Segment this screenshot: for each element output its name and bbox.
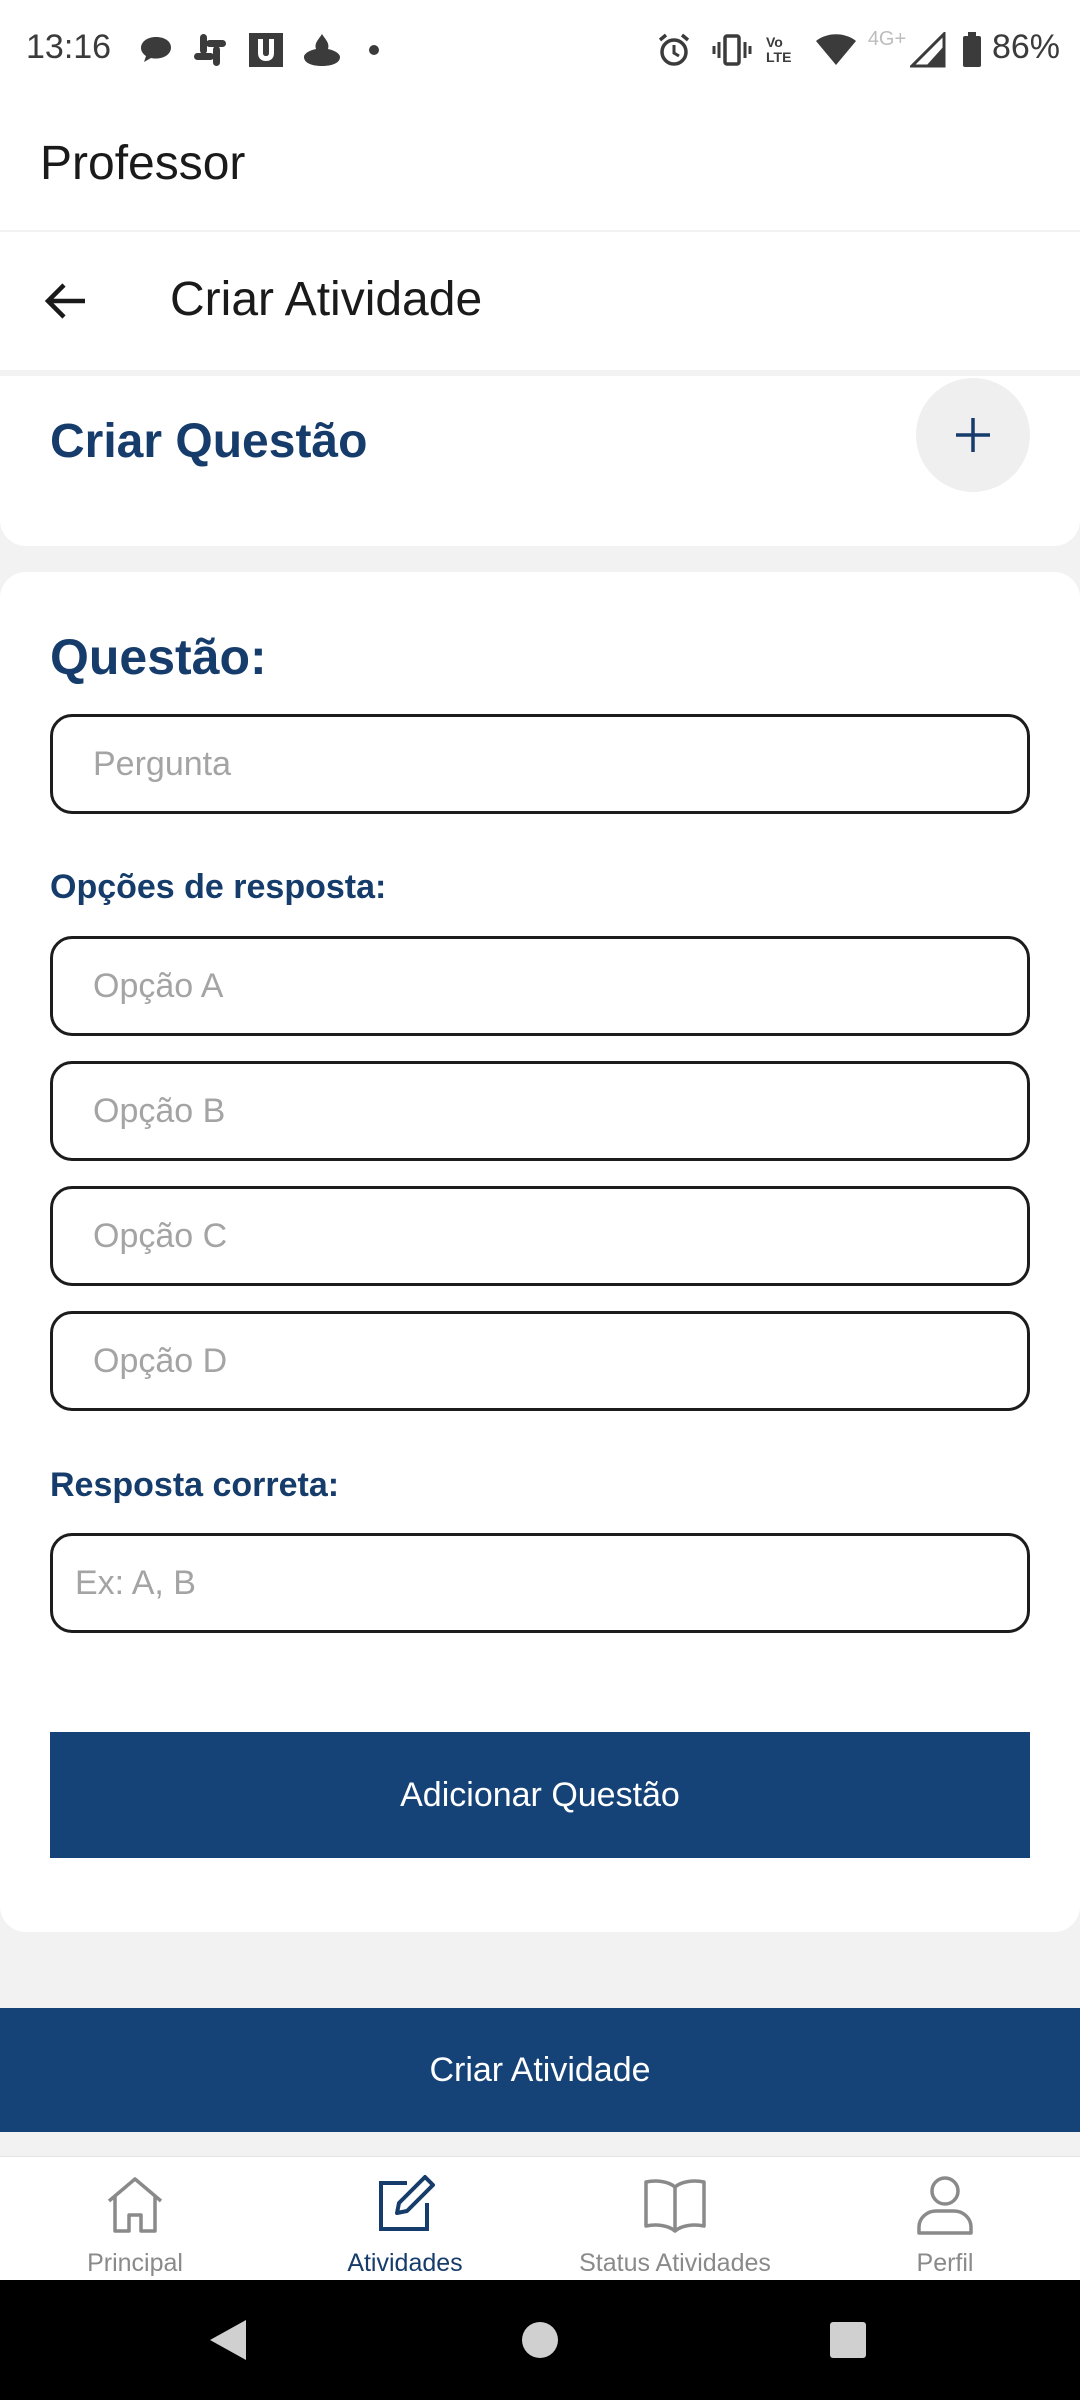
option-c-input[interactable] bbox=[53, 1189, 1027, 1283]
signal-icon bbox=[908, 28, 948, 72]
system-back-button[interactable] bbox=[198, 2310, 258, 2370]
back-button[interactable] bbox=[30, 266, 100, 336]
network-type: 4G+ bbox=[867, 28, 907, 50]
nav-label-perfil: Perfil bbox=[916, 2249, 974, 2277]
nav-label-principal: Principal bbox=[87, 2249, 183, 2277]
santander-icon bbox=[300, 28, 344, 72]
system-recents-button[interactable] bbox=[818, 2310, 878, 2370]
bottom-nav: Principal Atividades Status Atividades P… bbox=[0, 2156, 1080, 2280]
nav-item-perfil[interactable]: Perfil bbox=[810, 2157, 1080, 2281]
create-question-title: Criar Questão bbox=[50, 415, 368, 468]
book-icon bbox=[644, 2179, 706, 2233]
slack-icon bbox=[190, 28, 230, 72]
chat-bubble-icon bbox=[136, 28, 176, 72]
question-input[interactable] bbox=[53, 717, 1027, 811]
question-form-card: Questão: Opções de resposta: Resposta co… bbox=[0, 572, 1080, 1932]
app-title: Professor bbox=[40, 137, 246, 190]
create-question-card: Criar Questão bbox=[0, 376, 1080, 546]
u-app-icon bbox=[246, 28, 286, 72]
nav-label-status-atividades: Status Atividades bbox=[579, 2249, 771, 2277]
status-time: 13:16 bbox=[26, 28, 112, 66]
volte-icon: Vo LTE bbox=[766, 34, 792, 65]
question-label: Questão: bbox=[50, 629, 267, 685]
option-d-input[interactable] bbox=[53, 1314, 1027, 1408]
correct-answer-input[interactable] bbox=[53, 1536, 1027, 1630]
option-a-field[interactable] bbox=[50, 936, 1030, 1036]
nav-item-principal[interactable]: Principal bbox=[0, 2157, 270, 2281]
option-a-input[interactable] bbox=[53, 939, 1027, 1033]
page-title: Criar Atividade bbox=[170, 273, 483, 326]
correct-answer-field[interactable] bbox=[50, 1533, 1030, 1633]
options-label: Opções de resposta: bbox=[50, 868, 387, 906]
square-recents-icon bbox=[830, 2322, 866, 2358]
app-header: Professor bbox=[0, 100, 1080, 230]
option-c-field[interactable] bbox=[50, 1186, 1030, 1286]
battery-icon bbox=[960, 28, 984, 72]
vibrate-icon bbox=[710, 28, 754, 72]
home-icon bbox=[107, 2177, 163, 2233]
nav-label-atividades: Atividades bbox=[347, 2249, 463, 2277]
arrow-left-icon bbox=[44, 283, 85, 319]
system-nav-bar bbox=[0, 2280, 1080, 2400]
option-b-field[interactable] bbox=[50, 1061, 1030, 1161]
option-b-input[interactable] bbox=[53, 1064, 1027, 1158]
edit-icon bbox=[379, 2175, 435, 2231]
alarm-icon bbox=[654, 28, 694, 72]
nav-item-atividades[interactable]: Atividades bbox=[270, 2157, 540, 2281]
circle-home-icon bbox=[522, 2322, 558, 2358]
create-activity-button[interactable]: Criar Atividade bbox=[0, 2008, 1080, 2132]
correct-answer-label: Resposta correta: bbox=[50, 1466, 340, 1504]
wifi-icon bbox=[814, 28, 858, 72]
triangle-back-icon bbox=[210, 2320, 246, 2360]
add-question-button[interactable] bbox=[916, 378, 1030, 492]
dot-icon bbox=[364, 28, 384, 72]
system-home-button[interactable] bbox=[510, 2310, 570, 2370]
battery-percent: 86% bbox=[991, 28, 1060, 66]
plus-icon bbox=[956, 418, 990, 452]
person-icon bbox=[917, 2176, 973, 2235]
add-question-submit-button[interactable]: Adicionar Questão bbox=[50, 1732, 1030, 1858]
nav-item-status-atividades[interactable]: Status Atividades bbox=[540, 2157, 810, 2281]
option-d-field[interactable] bbox=[50, 1311, 1030, 1411]
status-bar: 13:16 Vo LTE 4G+ 86% bbox=[0, 0, 1080, 100]
question-field[interactable] bbox=[50, 714, 1030, 814]
page-header: Criar Atividade bbox=[0, 232, 1080, 370]
